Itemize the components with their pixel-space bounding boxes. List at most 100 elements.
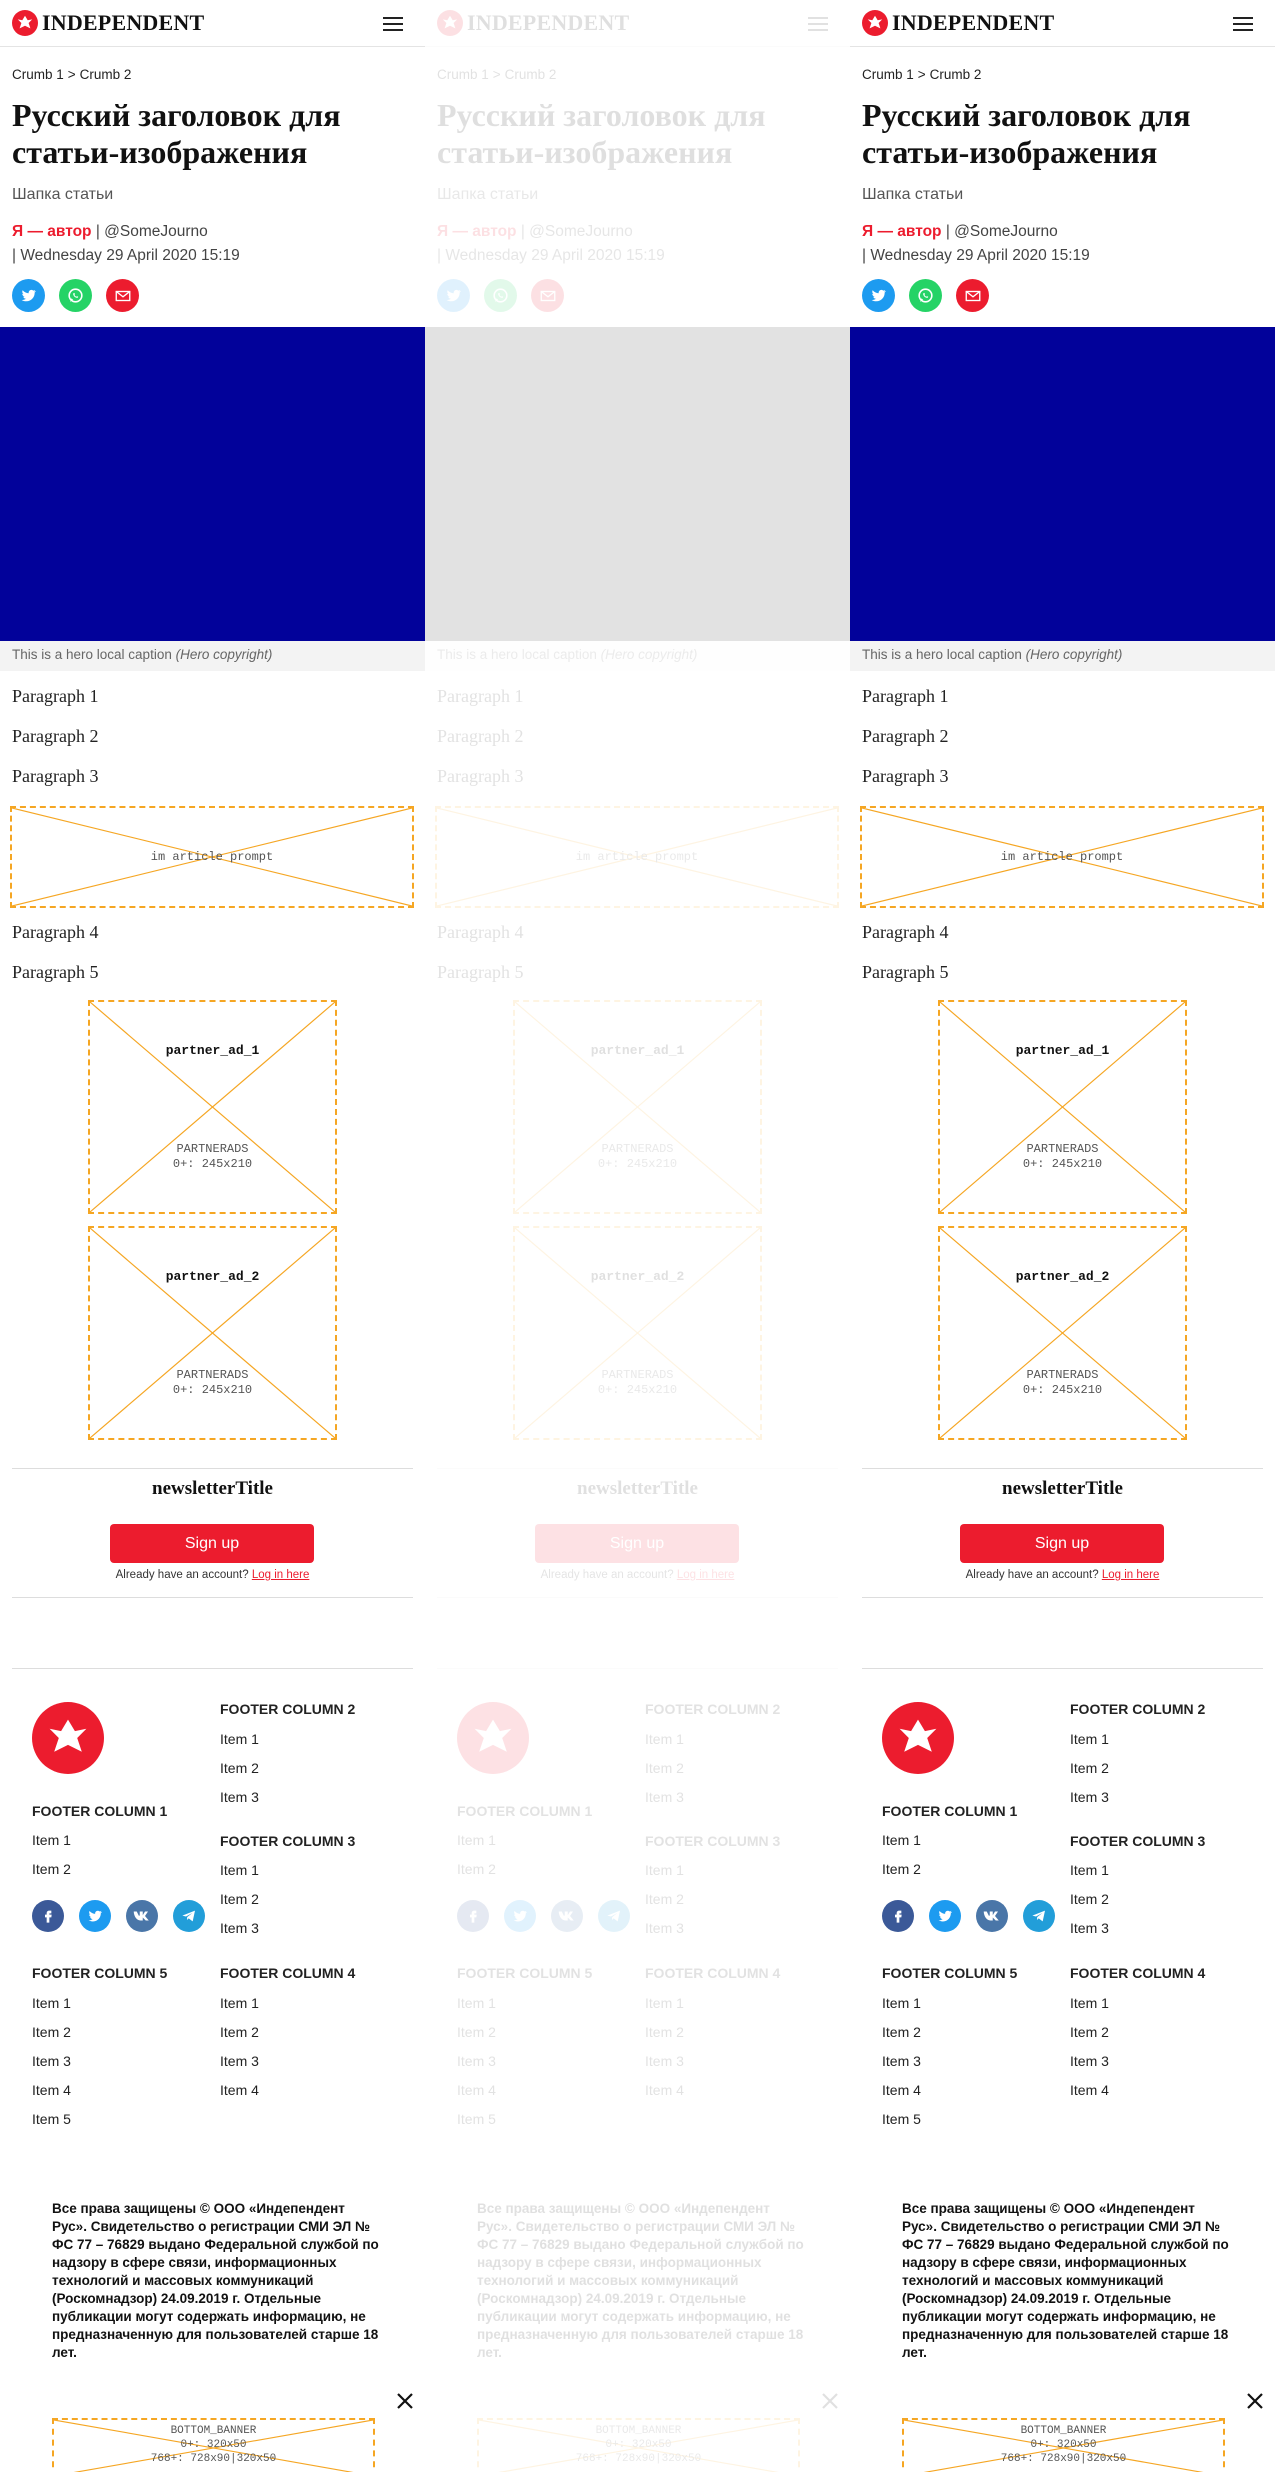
author-handle[interactable]: | @SomeJourno <box>521 223 633 240</box>
partner-ad-1[interactable]: partner_ad_1 PARTNERADS 0+: 245x210 <box>88 1000 337 1214</box>
whatsapp-icon[interactable] <box>59 279 92 312</box>
footer-link[interactable]: Item 3 <box>1070 1789 1109 1805</box>
footer-link[interactable]: Item 2 <box>457 2024 496 2040</box>
footer-link[interactable]: Item 1 <box>1070 1731 1109 1747</box>
footer-link[interactable]: Item 5 <box>457 2111 496 2127</box>
footer-link[interactable]: Item 5 <box>32 2111 71 2127</box>
author-handle[interactable]: | @SomeJourno <box>946 223 1058 240</box>
footer-link[interactable]: Item 2 <box>32 1861 71 1877</box>
footer-link[interactable]: Item 1 <box>882 1832 921 1848</box>
footer-link[interactable]: Item 3 <box>457 2053 496 2069</box>
brand-link[interactable]: INDEPENDENT <box>862 10 1054 36</box>
partner-ad-2[interactable]: partner_ad_2 PARTNERADS 0+: 245x210 <box>938 1226 1187 1440</box>
vk-icon[interactable] <box>976 1900 1008 1932</box>
footer-link[interactable]: Item 4 <box>1070 2082 1109 2098</box>
signup-button[interactable]: Sign up <box>535 1524 739 1563</box>
footer-link[interactable]: Item 2 <box>1070 2024 1109 2040</box>
footer-link[interactable]: Item 1 <box>32 1995 71 2011</box>
footer-link[interactable]: Item 4 <box>220 2082 259 2098</box>
email-icon[interactable] <box>106 279 139 312</box>
facebook-icon[interactable] <box>882 1900 914 1932</box>
login-link[interactable]: Log in here <box>252 1569 310 1581</box>
footer-link[interactable]: Item 2 <box>1070 1891 1109 1907</box>
in-article-ad[interactable]: im article prompt <box>10 806 414 908</box>
bottom-banner-ad[interactable]: BOTTOM_BANNER 0+: 320x50 768+: 728x90|32… <box>52 2418 375 2472</box>
author-link[interactable]: Я — автор <box>437 223 517 240</box>
twitter-icon[interactable] <box>12 279 45 312</box>
breadcrumb-item[interactable]: Crumb 2 <box>80 67 132 82</box>
whatsapp-icon[interactable] <box>909 279 942 312</box>
partner-ad-1[interactable]: partner_ad_1 PARTNERADS 0+: 245x210 <box>938 1000 1187 1214</box>
footer-link[interactable]: Item 2 <box>645 2024 684 2040</box>
breadcrumb-item[interactable]: Crumb 1 <box>862 67 914 82</box>
footer-link[interactable]: Item 1 <box>220 1731 259 1747</box>
footer-link[interactable]: Item 1 <box>32 1832 71 1848</box>
close-icon[interactable] <box>1242 2388 1268 2414</box>
vk-icon[interactable] <box>551 1900 583 1932</box>
signup-button[interactable]: Sign up <box>960 1524 1164 1563</box>
whatsapp-icon[interactable] <box>484 279 517 312</box>
twitter-icon[interactable] <box>504 1900 536 1932</box>
hamburger-menu-icon[interactable] <box>1233 17 1253 31</box>
facebook-icon[interactable] <box>32 1900 64 1932</box>
footer-link[interactable]: Item 1 <box>457 1995 496 2011</box>
twitter-icon[interactable] <box>862 279 895 312</box>
footer-logo-icon[interactable] <box>882 1702 954 1774</box>
bottom-banner-ad[interactable]: BOTTOM_BANNER 0+: 320x50 768+: 728x90|32… <box>902 2418 1225 2472</box>
telegram-icon[interactable] <box>173 1900 205 1932</box>
email-icon[interactable] <box>531 279 564 312</box>
footer-link[interactable]: Item 3 <box>220 1920 259 1936</box>
footer-link[interactable]: Item 1 <box>220 1862 259 1878</box>
in-article-ad[interactable]: im article prompt <box>860 806 1264 908</box>
footer-link[interactable]: Item 3 <box>220 1789 259 1805</box>
footer-link[interactable]: Item 1 <box>645 1731 684 1747</box>
close-icon[interactable] <box>817 2388 843 2414</box>
footer-link[interactable]: Item 1 <box>457 1832 496 1848</box>
footer-link[interactable]: Item 5 <box>882 2111 921 2127</box>
footer-link[interactable]: Item 1 <box>645 1995 684 2011</box>
footer-link[interactable]: Item 2 <box>882 2024 921 2040</box>
footer-link[interactable]: Item 4 <box>882 2082 921 2098</box>
breadcrumb-item[interactable]: Crumb 1 <box>12 67 64 82</box>
telegram-icon[interactable] <box>598 1900 630 1932</box>
footer-link[interactable]: Item 3 <box>1070 1920 1109 1936</box>
in-article-ad[interactable]: im article prompt <box>435 806 839 908</box>
footer-link[interactable]: Item 3 <box>220 2053 259 2069</box>
footer-link[interactable]: Item 2 <box>645 1760 684 1776</box>
login-link[interactable]: Log in here <box>677 1569 735 1581</box>
footer-link[interactable]: Item 2 <box>32 2024 71 2040</box>
email-icon[interactable] <box>956 279 989 312</box>
footer-link[interactable]: Item 4 <box>32 2082 71 2098</box>
footer-link[interactable]: Item 3 <box>32 2053 71 2069</box>
vk-icon[interactable] <box>126 1900 158 1932</box>
hamburger-menu-icon[interactable] <box>808 17 828 31</box>
partner-ad-2[interactable]: partner_ad_2 PARTNERADS 0+: 245x210 <box>88 1226 337 1440</box>
footer-link[interactable]: Item 4 <box>457 2082 496 2098</box>
footer-link[interactable]: Item 1 <box>1070 1862 1109 1878</box>
footer-link[interactable]: Item 3 <box>1070 2053 1109 2069</box>
footer-link[interactable]: Item 3 <box>882 2053 921 2069</box>
footer-link[interactable]: Item 2 <box>220 1760 259 1776</box>
footer-link[interactable]: Item 4 <box>645 2082 684 2098</box>
breadcrumb-item[interactable]: Crumb 2 <box>505 67 557 82</box>
login-link[interactable]: Log in here <box>1102 1569 1160 1581</box>
brand-link[interactable]: INDEPENDENT <box>437 10 629 36</box>
signup-button[interactable]: Sign up <box>110 1524 314 1563</box>
footer-link[interactable]: Item 2 <box>1070 1760 1109 1776</box>
footer-link[interactable]: Item 1 <box>1070 1995 1109 2011</box>
footer-link[interactable]: Item 2 <box>220 1891 259 1907</box>
footer-link[interactable]: Item 3 <box>645 2053 684 2069</box>
footer-logo-icon[interactable] <box>32 1702 104 1774</box>
breadcrumb-item[interactable]: Crumb 1 <box>437 67 489 82</box>
brand-link[interactable]: INDEPENDENT <box>12 10 204 36</box>
breadcrumb-item[interactable]: Crumb 2 <box>930 67 982 82</box>
footer-link[interactable]: Item 1 <box>882 1995 921 2011</box>
footer-link[interactable]: Item 1 <box>645 1862 684 1878</box>
author-handle[interactable]: | @SomeJourno <box>96 223 208 240</box>
twitter-icon[interactable] <box>437 279 470 312</box>
telegram-icon[interactable] <box>1023 1900 1055 1932</box>
facebook-icon[interactable] <box>457 1900 489 1932</box>
footer-link[interactable]: Item 2 <box>882 1861 921 1877</box>
twitter-icon[interactable] <box>929 1900 961 1932</box>
footer-logo-icon[interactable] <box>457 1702 529 1774</box>
